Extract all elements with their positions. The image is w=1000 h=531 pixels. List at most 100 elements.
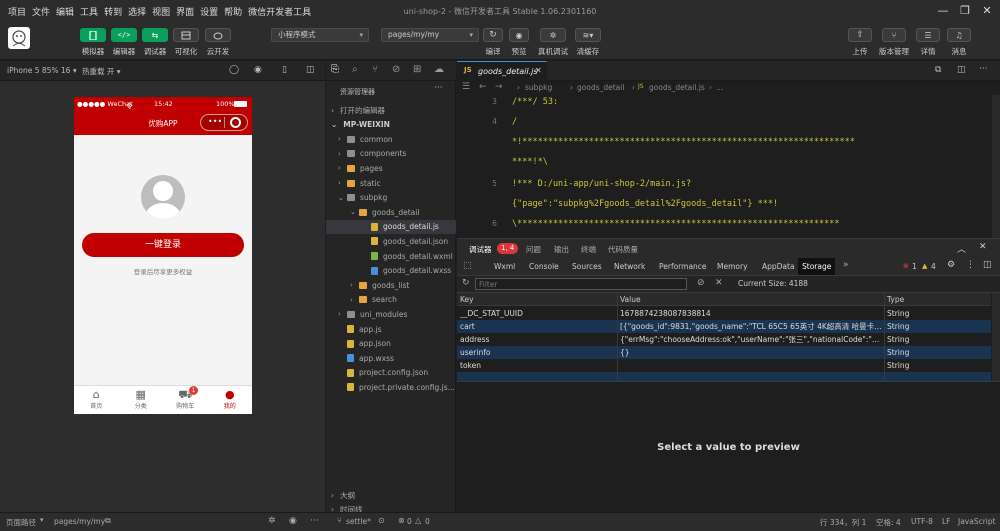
back-icon[interactable]: ← (479, 82, 487, 92)
devtools-tab-memory[interactable]: Memory (713, 258, 752, 275)
column-divider[interactable] (617, 293, 618, 381)
devtools-tab-appdata[interactable]: AppData (758, 258, 799, 275)
status-warnings[interactable]: 0 (425, 517, 430, 526)
visual-button[interactable] (173, 28, 199, 42)
record-icon[interactable]: ◉ (254, 65, 262, 75)
login-button[interactable]: 一键登录 (82, 233, 244, 257)
rotate-icon[interactable]: ◯ (229, 65, 239, 75)
hot-reload-toggle[interactable]: 热重载 开 ▾ (82, 66, 121, 77)
devtools-tab-performance[interactable]: Performance (655, 258, 711, 275)
scrollbar[interactable] (992, 95, 1000, 238)
menu-item[interactable]: 视图 (152, 5, 170, 18)
code-line[interactable]: \***************************************… (512, 219, 840, 229)
file-item[interactable]: goods_detail.wxml (326, 249, 456, 264)
indent-spaces[interactable]: 空格: 4 (876, 517, 901, 528)
close-window-icon[interactable]: ✕ (979, 3, 995, 19)
close-mini-icon[interactable] (230, 117, 241, 128)
details-button[interactable]: ☰ (916, 28, 940, 42)
editor-tab[interactable]: JS goods_detail.js ✕ (457, 61, 547, 81)
delete-icon[interactable]: ✕ (715, 278, 723, 288)
file-item[interactable]: goods_detail.wxss (326, 263, 456, 278)
debugger-tab[interactable]: 调试器 (469, 244, 492, 259)
close-icon[interactable]: ✕ (535, 66, 542, 75)
debug-icon[interactable]: ⊘ (392, 64, 400, 75)
collapse-icon[interactable]: ︿ (957, 242, 966, 255)
tab-cart[interactable]: ⛟ 购物车 1 (163, 386, 208, 415)
code-line[interactable]: !*** D:/uni-app/uni-shop-2/main.js? (512, 179, 691, 189)
tab-user[interactable]: ● 我的 (208, 386, 253, 415)
column-divider[interactable] (884, 293, 885, 381)
device-select[interactable]: iPhone 5 85% 16 ▾ (7, 66, 77, 75)
clear-filter-icon[interactable]: ⊘ (697, 278, 705, 288)
more-tabs-icon[interactable]: » (843, 260, 849, 270)
code-line[interactable]: ****!*\ (512, 157, 548, 167)
devtools-tab-console[interactable]: Console (525, 258, 563, 275)
gear-icon[interactable]: ⚙ (947, 260, 955, 270)
tab-home[interactable]: ⌂ 首页 (74, 386, 119, 415)
crumb-more[interactable]: ... (716, 83, 723, 92)
crumb-folder[interactable]: goods_detail (577, 83, 624, 92)
status-errors[interactable]: 0 (407, 517, 412, 526)
devtools-tab-wxml[interactable]: Wxml (490, 258, 519, 275)
panel-tab[interactable]: 终端 (581, 244, 596, 255)
devtools-tab-sources[interactable]: Sources (568, 258, 606, 275)
table-row[interactable]: address {"errMsg":"chooseAddress:ok","use… (457, 333, 991, 346)
list-icon[interactable]: ☰ (462, 82, 470, 92)
split-icon[interactable]: ◫ (306, 65, 315, 75)
cursor-position[interactable]: 行 334，列 1 (820, 517, 866, 528)
split-editor-icon[interactable]: ⧉ (935, 65, 941, 75)
cloud-button[interactable] (205, 28, 231, 42)
mode-select[interactable]: 小程序模式 ▾ (271, 28, 369, 42)
upload-button[interactable]: ⇧ (848, 28, 872, 42)
menu-item[interactable]: 微信开发者工具 (248, 5, 311, 18)
crumb-subpkg[interactable]: subpkg (525, 83, 552, 92)
panel-tab[interactable]: 问题 (526, 244, 541, 255)
folder-item[interactable]: › goods_list (326, 278, 456, 293)
page-path-label[interactable]: 页面路径 (6, 517, 36, 528)
column-type[interactable]: Type (887, 295, 987, 304)
page-select[interactable]: pages/my/my ▾ (381, 28, 479, 42)
scrollbar[interactable] (992, 293, 1000, 381)
outline-section[interactable]: › 大纲 (326, 488, 456, 503)
crumb-file[interactable]: goods_detail.js (649, 83, 705, 92)
source-control-icon[interactable]: ⑂ (372, 64, 378, 75)
debugger-button[interactable]: ⇆ (142, 28, 168, 42)
file-item[interactable]: project.config.json (326, 366, 456, 381)
messages-button[interactable]: ♫ (947, 28, 971, 42)
more-icon[interactable]: ••• (208, 117, 222, 126)
code-line[interactable]: / (512, 117, 517, 127)
column-key[interactable]: Key (460, 295, 615, 304)
table-row[interactable]: __DC_STAT_UUID 1678874238087838814 String (457, 307, 991, 320)
file-item[interactable]: app.js (326, 322, 456, 337)
maximize-icon[interactable]: ❐ (957, 3, 973, 19)
encoding[interactable]: UTF-8 (911, 517, 933, 526)
extensions-icon[interactable]: ⊞ (413, 64, 421, 75)
project-root[interactable]: ⌄ MP-WEIXIN (326, 117, 456, 132)
folder-item[interactable]: › components (326, 147, 456, 162)
language-mode[interactable]: JavaScript (958, 517, 996, 526)
eye-icon[interactable]: ◉ (289, 516, 297, 526)
file-item[interactable]: goods_detail.json (326, 234, 456, 249)
folder-item[interactable]: › static (326, 176, 456, 191)
file-item[interactable]: app.wxss (326, 351, 456, 366)
code-editor[interactable]: 3 /***/ 53: 4 / *!**************************… (457, 95, 1000, 238)
copy-icon[interactable]: ⧉ (105, 516, 111, 526)
capsule-button[interactable]: ••• (200, 114, 248, 131)
file-item[interactable]: project.private.config.js... (326, 380, 456, 395)
menu-item[interactable]: 选择 (128, 5, 146, 18)
kebab-icon[interactable]: ⋮ (966, 260, 975, 270)
refresh-icon[interactable]: ↻ (462, 278, 470, 288)
open-editors-section[interactable]: › 打开的编辑器 (326, 103, 456, 118)
code-line[interactable]: *!**************************************… (512, 137, 855, 147)
line-ending[interactable]: LF (942, 517, 951, 526)
compile-button[interactable]: ↻ (483, 28, 503, 42)
menu-item[interactable]: 文件 (32, 5, 50, 18)
inspect-icon[interactable]: ⬚ (463, 261, 472, 271)
editor-button[interactable]: </> (111, 28, 137, 42)
menu-item[interactable]: 帮助 (224, 5, 242, 18)
version-button[interactable]: ⑂ (882, 28, 906, 42)
tab-grid[interactable]: ▦ 分类 (119, 386, 164, 415)
sync-icon[interactable]: ⊙ (378, 516, 385, 525)
phone-icon[interactable]: ▯ (282, 65, 287, 75)
menu-item[interactable]: 工具 (80, 5, 98, 18)
